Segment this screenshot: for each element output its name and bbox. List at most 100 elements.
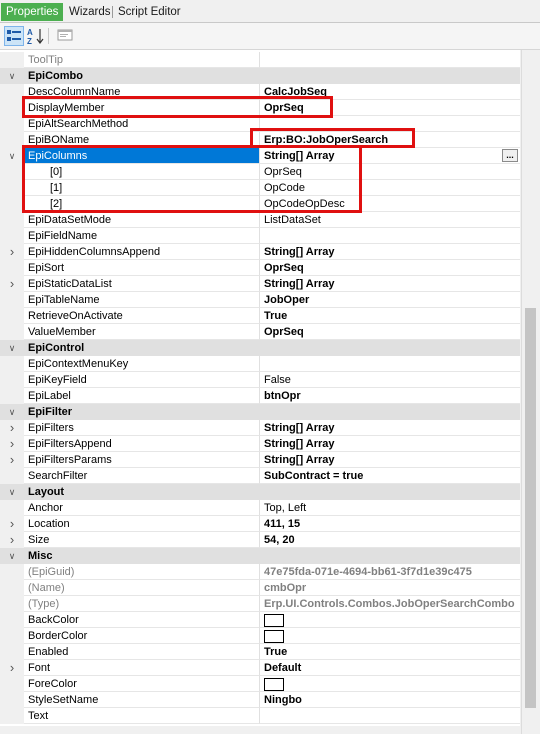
expand-chevron-icon[interactable]: › <box>7 421 17 434</box>
property-name[interactable]: [2] <box>24 196 260 212</box>
property-value[interactable] <box>260 628 520 644</box>
property-row-desccolumnname[interactable]: DescColumnName CalcJobSeq <box>0 84 520 100</box>
property-name[interactable]: [0] <box>24 164 260 180</box>
property-name[interactable]: EpiLabel <box>24 388 260 404</box>
property-row-retrieveonactivate[interactable]: RetrieveOnActivate True <box>0 308 520 324</box>
property-value[interactable]: CalcJobSeq <box>260 84 520 100</box>
property-row-name[interactable]: (Name) cmbOpr <box>0 580 520 596</box>
property-value[interactable]: String[] Array <box>260 276 520 292</box>
property-row-text[interactable]: Text <box>0 708 520 724</box>
property-value[interactable] <box>260 708 520 724</box>
collapse-chevron-icon[interactable]: ∨ <box>7 551 17 561</box>
expand-chevron-icon[interactable]: › <box>7 437 17 450</box>
property-name[interactable]: EpiContextMenuKey <box>24 356 260 372</box>
tab-properties[interactable]: Properties <box>1 3 64 21</box>
property-value[interactable]: True <box>260 308 520 324</box>
categorized-view-button[interactable] <box>4 26 24 46</box>
property-row-epicontextmenukey[interactable]: EpiContextMenuKey <box>0 356 520 372</box>
expand-chevron-icon[interactable]: › <box>7 661 17 674</box>
property-name[interactable]: EpiAltSearchMethod <box>24 116 260 132</box>
collapse-chevron-icon[interactable]: ∨ <box>7 151 17 161</box>
property-row-epiboname[interactable]: EpiBOName Erp:BO:JobOperSearch <box>0 132 520 148</box>
property-row-tooltip[interactable]: ToolTip <box>0 52 520 68</box>
property-row-epialtsearchmethod[interactable]: EpiAltSearchMethod <box>0 116 520 132</box>
property-value[interactable] <box>260 228 520 244</box>
property-name[interactable]: ValueMember <box>24 324 260 340</box>
property-name[interactable]: (Type) <box>24 596 260 612</box>
property-row-displaymember[interactable]: DisplayMember OprSeq <box>0 100 520 116</box>
property-name[interactable]: EpiTableName <box>24 292 260 308</box>
property-row-epitablename[interactable]: EpiTableName JobOper <box>0 292 520 308</box>
property-row-anchor[interactable]: Anchor Top, Left <box>0 500 520 516</box>
property-row-valuemember[interactable]: ValueMember OprSeq <box>0 324 520 340</box>
property-row-type[interactable]: (Type) Erp.UI.Controls.Combos.JobOperSear… <box>0 596 520 612</box>
property-row-epistaticdatalist[interactable]: › EpiStaticDataList String[] Array <box>0 276 520 292</box>
collapse-chevron-icon[interactable]: ∨ <box>7 487 17 497</box>
category-layout[interactable]: ∨ Layout <box>0 484 520 500</box>
property-row-searchfilter[interactable]: SearchFilter SubContract = true <box>0 468 520 484</box>
property-value[interactable]: SubContract = true <box>260 468 520 484</box>
category-epicombo[interactable]: ∨ EpiCombo <box>0 68 520 84</box>
property-value[interactable]: 54, 20 <box>260 532 520 548</box>
property-name[interactable]: ToolTip <box>24 52 260 68</box>
vertical-scrollbar[interactable] <box>521 50 540 734</box>
property-row-epidatasetmode[interactable]: EpiDataSetMode ListDataSet <box>0 212 520 228</box>
collapse-chevron-icon[interactable]: ∨ <box>7 407 17 417</box>
property-row-2[interactable]: [2] OpCodeOpDesc <box>0 196 520 212</box>
property-value[interactable] <box>260 116 520 132</box>
property-grid[interactable]: ToolTip ∨ EpiCombo DescColumnName CalcJobSeq… <box>0 50 520 726</box>
property-value[interactable]: Ningbo <box>260 692 520 708</box>
property-value[interactable]: 411, 15 <box>260 516 520 532</box>
property-value[interactable]: btnOpr <box>260 388 520 404</box>
property-row-epiguid[interactable]: (EpiGuid) 47e75fda-071e-4694-bb61-3f7d1e3… <box>0 564 520 580</box>
property-name[interactable]: SearchFilter <box>24 468 260 484</box>
property-name[interactable]: EpiBOName <box>24 132 260 148</box>
property-value[interactable]: OprSeq <box>260 100 520 116</box>
property-row-1[interactable]: [1] OpCode <box>0 180 520 196</box>
tab-wizards[interactable]: Wizards <box>64 3 116 21</box>
property-value[interactable]: OprSeq <box>260 324 520 340</box>
property-name[interactable]: ForeColor <box>24 676 260 692</box>
property-row-bordercolor[interactable]: BorderColor <box>0 628 520 644</box>
scrollbar-thumb[interactable] <box>525 308 536 708</box>
property-name[interactable]: BorderColor <box>24 628 260 644</box>
property-name[interactable]: EpiStaticDataList <box>24 276 260 292</box>
expand-chevron-icon[interactable]: › <box>7 277 17 290</box>
property-row-epifiltersparams[interactable]: › EpiFiltersParams String[] Array <box>0 452 520 468</box>
property-name[interactable]: EpiFieldName <box>24 228 260 244</box>
property-name[interactable]: EpiKeyField <box>24 372 260 388</box>
property-value[interactable]: OprSeq <box>260 260 520 276</box>
property-pages-button[interactable] <box>56 26 76 46</box>
tab-script-editor[interactable]: Script Editor <box>113 3 186 21</box>
property-name[interactable]: (EpiGuid) <box>24 564 260 580</box>
property-row-backcolor[interactable]: BackColor <box>0 612 520 628</box>
property-row-enabled[interactable]: Enabled True <box>0 644 520 660</box>
property-row-0[interactable]: [0] OprSeq <box>0 164 520 180</box>
property-row-epilabel[interactable]: EpiLabel btnOpr <box>0 388 520 404</box>
property-value[interactable]: False <box>260 372 520 388</box>
alphabetical-view-button[interactable]: A Z <box>26 26 46 46</box>
property-value[interactable]: OpCodeOpDesc <box>260 196 520 212</box>
property-row-epifieldname[interactable]: EpiFieldName <box>0 228 520 244</box>
property-name[interactable]: Location <box>24 516 260 532</box>
expand-chevron-icon[interactable]: › <box>7 245 17 258</box>
property-value[interactable]: True <box>260 644 520 660</box>
property-name[interactable]: EpiFilters <box>24 420 260 436</box>
property-value[interactable]: ListDataSet <box>260 212 520 228</box>
property-name[interactable]: EpiHiddenColumnsAppend <box>24 244 260 260</box>
property-name[interactable]: DisplayMember <box>24 100 260 116</box>
collapse-chevron-icon[interactable]: ∨ <box>7 71 17 81</box>
property-name[interactable]: BackColor <box>24 612 260 628</box>
collapse-chevron-icon[interactable]: ∨ <box>7 343 17 353</box>
property-name[interactable]: StyleSetName <box>24 692 260 708</box>
property-value[interactable]: String[] Array... <box>260 148 520 164</box>
property-name[interactable]: (Name) <box>24 580 260 596</box>
property-row-epihiddencolumnsappend[interactable]: › EpiHiddenColumnsAppend String[] Array <box>0 244 520 260</box>
property-value[interactable]: OprSeq <box>260 164 520 180</box>
property-name[interactable]: Font <box>24 660 260 676</box>
property-name[interactable]: DescColumnName <box>24 84 260 100</box>
property-value[interactable]: String[] Array <box>260 420 520 436</box>
property-row-forecolor[interactable]: ForeColor <box>0 676 520 692</box>
property-value[interactable]: String[] Array <box>260 244 520 260</box>
property-row-epicolumns[interactable]: ∨ EpiColumns String[] Array... <box>0 148 520 164</box>
